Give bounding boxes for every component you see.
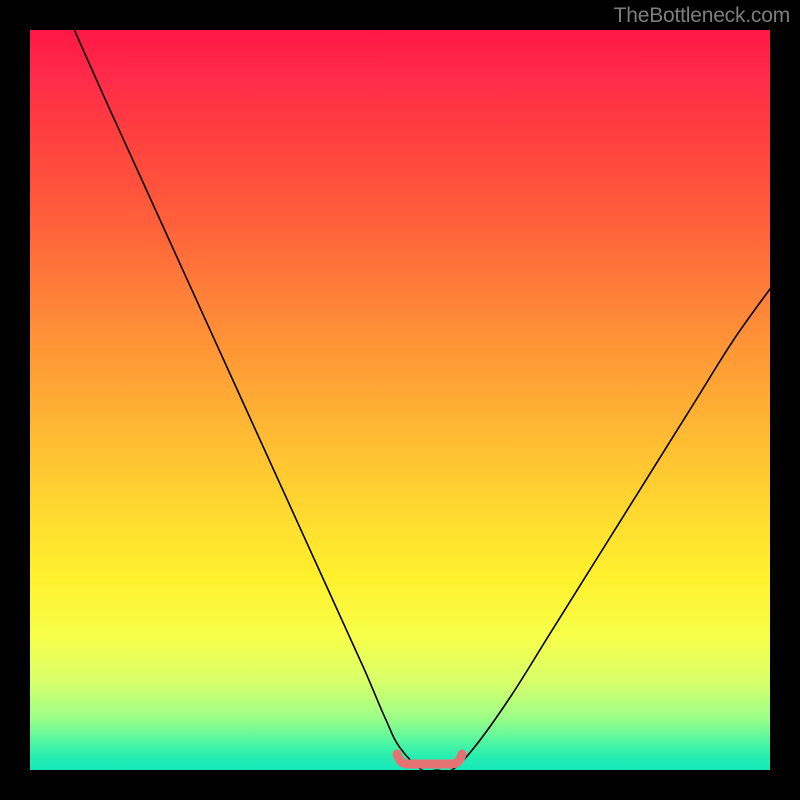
plot-svg [30, 30, 770, 770]
chart-frame: TheBottleneck.com [0, 0, 800, 800]
watermark-text: TheBottleneck.com [614, 4, 790, 28]
plot-area [30, 30, 770, 770]
bottleneck-curve [74, 30, 770, 770]
